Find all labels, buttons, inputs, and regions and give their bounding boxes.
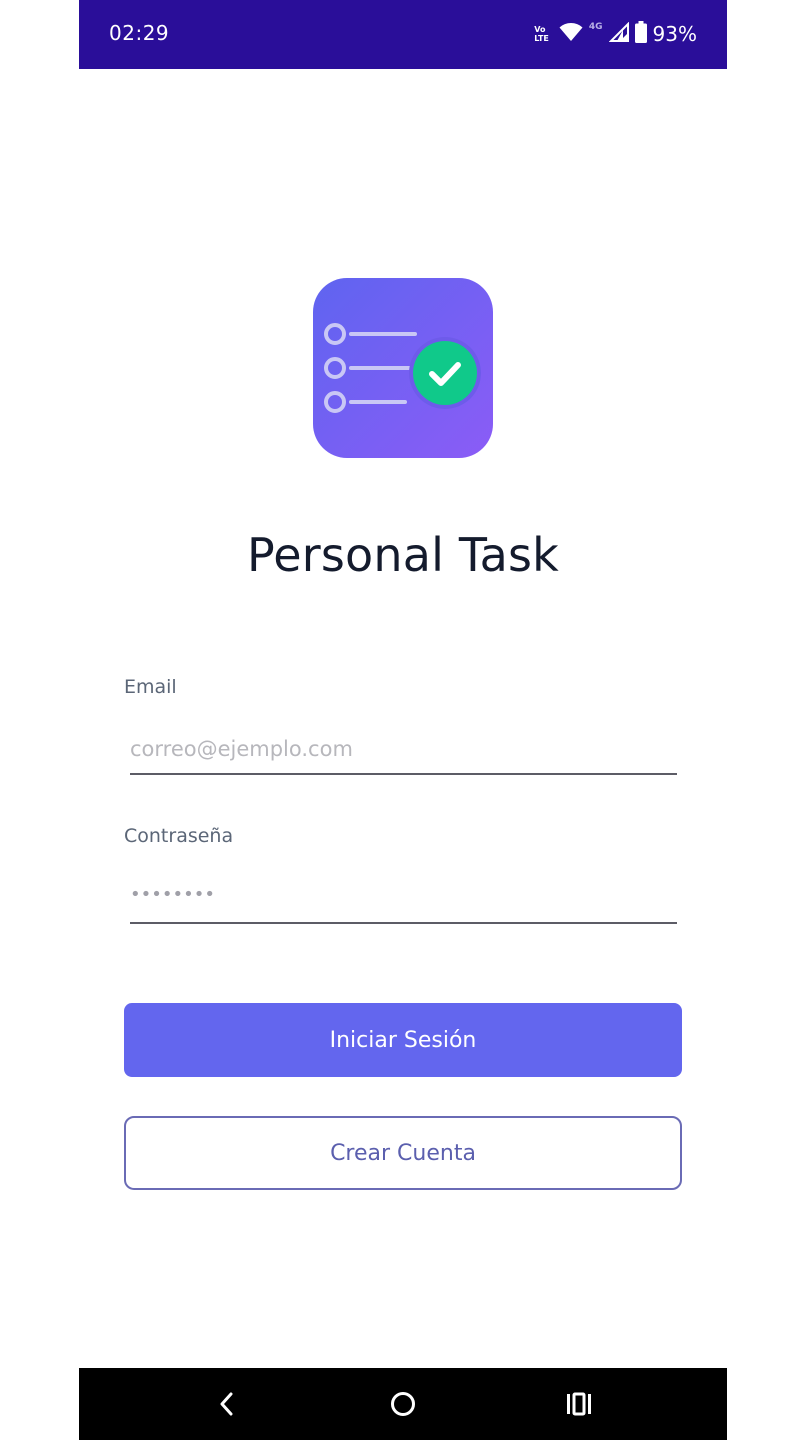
email-field[interactable] — [130, 725, 677, 773]
email-field-container — [130, 725, 677, 775]
password-label: Contraseña — [124, 825, 234, 847]
home-icon[interactable] — [385, 1386, 421, 1422]
navigation-bar — [79, 1368, 727, 1440]
battery-icon — [634, 21, 647, 47]
password-value: •••••••• — [130, 884, 215, 905]
wifi-icon — [559, 22, 583, 46]
volte-icon: Vo LTE — [534, 25, 549, 43]
recents-icon[interactable] — [561, 1386, 597, 1422]
status-time: 02:29 — [109, 21, 170, 45]
password-field[interactable]: •••••••• — [130, 874, 677, 924]
volte-bottom-label: LTE — [534, 34, 549, 43]
signal-icon — [608, 21, 629, 46]
status-icons: Vo LTE 4G 93% — [534, 19, 697, 49]
volte-top-label: Vo — [534, 25, 546, 34]
create-account-button[interactable]: Crear Cuenta — [124, 1116, 682, 1190]
network-type-label: 4G — [588, 22, 603, 32]
app-title: Personal Task — [246, 528, 560, 582]
task-checklist-logo-icon — [313, 278, 493, 458]
back-icon[interactable] — [209, 1386, 245, 1422]
status-bar: 02:29 Vo LTE 4G 93% — [79, 0, 727, 69]
login-screen: 02:29 Vo LTE 4G 93% Personal Task Email … — [79, 0, 727, 1440]
email-label: Email — [124, 676, 177, 698]
login-button[interactable]: Iniciar Sesión — [124, 1003, 682, 1077]
battery-percent: 93% — [652, 22, 697, 46]
